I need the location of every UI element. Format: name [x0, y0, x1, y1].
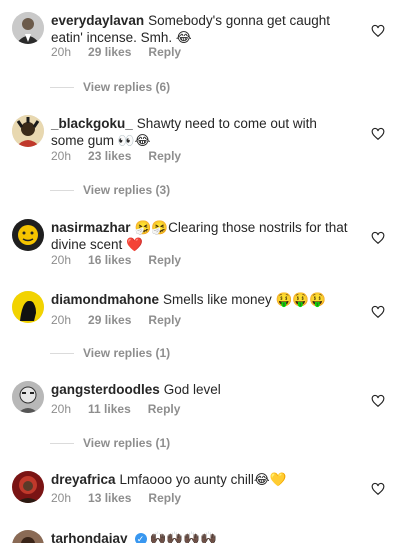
comment-username[interactable]: diamondmahone [51, 292, 159, 307]
view-replies-label: View replies (1) [83, 346, 171, 360]
view-replies-label: View replies (1) [83, 436, 171, 450]
comment-username[interactable]: dreyafrica [51, 472, 116, 487]
comment-username[interactable]: nasirmazhar [51, 220, 131, 235]
comment-body: tarhondajay ✓ 🙌🏿🙌🏿🙌🏿🙌🏿 [51, 530, 351, 543]
like-heart-icon[interactable] [371, 482, 385, 496]
reply-button[interactable]: Reply [148, 149, 181, 163]
view-replies-button[interactable]: View replies (1) [50, 436, 170, 450]
comment-meta: 20h 16 likes Reply [51, 253, 198, 267]
comment-likes[interactable]: 11 likes [88, 402, 131, 416]
comment-time: 20h [51, 149, 72, 163]
comment-meta: 20h 29 likes Reply [51, 313, 198, 327]
divider-line [50, 442, 74, 444]
avatar[interactable] [12, 115, 44, 147]
reply-button[interactable]: Reply [148, 45, 181, 59]
comment-text: Lmfaooo yo aunty chill😂💛 [119, 472, 287, 487]
comment-likes[interactable]: 29 likes [88, 313, 131, 327]
avatar[interactable] [12, 381, 44, 413]
comment-body: diamondmahone Smells like money 🤑🤑🤑 [51, 291, 351, 308]
comment-likes[interactable]: 23 likes [88, 149, 131, 163]
avatar[interactable] [12, 291, 44, 323]
view-replies-button[interactable]: View replies (6) [50, 80, 170, 94]
avatar[interactable] [12, 530, 44, 543]
avatar[interactable] [12, 12, 44, 44]
comment-meta: 20h 23 likes Reply [51, 149, 198, 163]
comment-username[interactable]: tarhondajay [51, 531, 128, 543]
view-replies-button[interactable]: View replies (1) [50, 346, 170, 360]
comment-body: nasirmazhar 🤧🤧Clearing those nostrils for… [51, 219, 351, 253]
divider-line [50, 352, 74, 354]
like-heart-icon[interactable] [371, 231, 385, 245]
view-replies-label: View replies (6) [83, 80, 171, 94]
comment-username[interactable]: everydaylavan [51, 13, 144, 28]
comment-time: 20h [51, 313, 72, 327]
like-heart-icon[interactable] [371, 394, 385, 408]
comment-likes[interactable]: 13 likes [88, 491, 131, 505]
comment-time: 20h [51, 402, 72, 416]
comment-body: dreyafrica Lmfaooo yo aunty chill😂💛 [51, 471, 351, 488]
comment-body: everydaylavan Somebody's gonna get caught… [51, 12, 351, 46]
comment-body: _blackgoku_ Shawty need to come out with … [51, 115, 351, 149]
comment-time: 20h [51, 491, 72, 505]
comment-time: 20h [51, 253, 72, 267]
divider-line [50, 86, 74, 88]
comment-meta: 20h 29 likes Reply [51, 45, 198, 59]
comment-text: God level [163, 382, 221, 397]
comment-username[interactable]: gangsterdoodles [51, 382, 160, 397]
divider-line [50, 189, 74, 191]
comment-text: Smells like money 🤑🤑🤑 [163, 292, 326, 307]
comment-text: 🙌🏿🙌🏿🙌🏿🙌🏿 [149, 531, 217, 543]
verified-badge-icon: ✓ [134, 533, 147, 543]
like-heart-icon[interactable] [371, 305, 385, 319]
comment-likes[interactable]: 29 likes [88, 45, 131, 59]
view-replies-label: View replies (3) [83, 183, 171, 197]
like-heart-icon[interactable] [371, 24, 385, 38]
comment-time: 20h [51, 45, 72, 59]
reply-button[interactable]: Reply [148, 313, 181, 327]
comment-body: gangsterdoodles God level [51, 381, 351, 398]
view-replies-button[interactable]: View replies (3) [50, 183, 170, 197]
like-heart-icon[interactable] [371, 127, 385, 141]
reply-button[interactable]: Reply [148, 491, 181, 505]
comment-meta: 20h 13 likes Reply [51, 491, 198, 505]
reply-button[interactable]: Reply [148, 402, 181, 416]
avatar[interactable] [12, 471, 44, 503]
comment-username[interactable]: _blackgoku_ [51, 116, 133, 131]
reply-button[interactable]: Reply [148, 253, 181, 267]
comment-likes[interactable]: 16 likes [88, 253, 131, 267]
comment-meta: 20h 11 likes Reply [51, 402, 197, 416]
avatar[interactable] [12, 219, 44, 251]
